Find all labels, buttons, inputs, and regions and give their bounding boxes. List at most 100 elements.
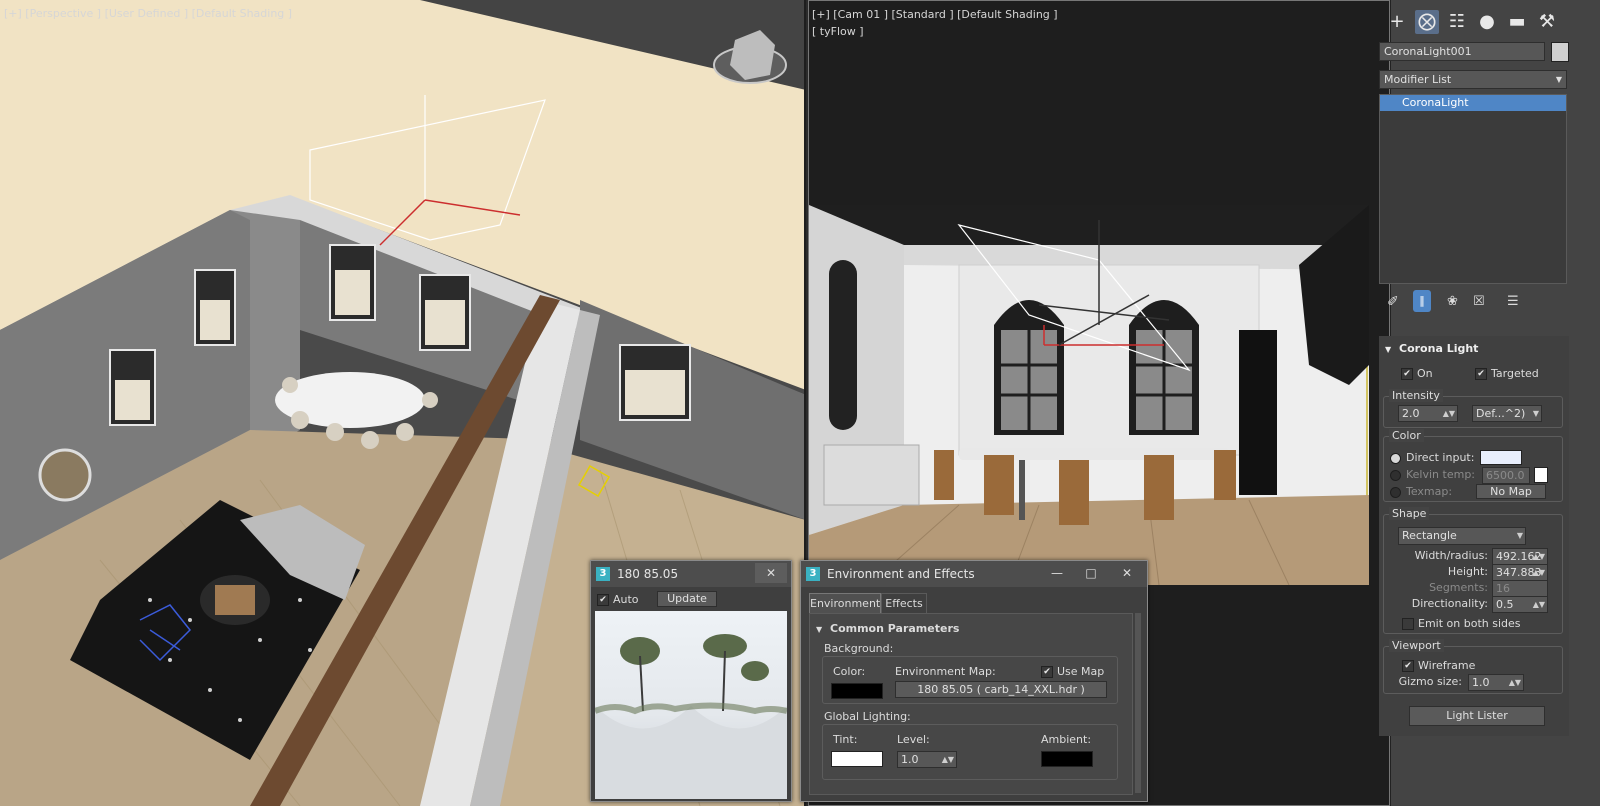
global-lighting-group: Tint: Level: 1.0 ▲▼ Ambient: xyxy=(822,724,1118,780)
background-group: Color: Environment Map: ✔ Use Map 180 85.… xyxy=(822,656,1118,704)
intensity-unit-dropdown[interactable]: Def...^2) ▼ xyxy=(1472,405,1542,422)
rollout-collapse-icon: ▼ xyxy=(1385,345,1392,354)
show-end-result-icon[interactable]: ‖ xyxy=(1413,290,1431,312)
radio-icon xyxy=(1390,469,1401,481)
chevron-down-icon: ▼ xyxy=(1532,409,1539,418)
object-name-field[interactable]: CoronaLight001 xyxy=(1379,42,1545,61)
use-map-label: Use Map xyxy=(1057,665,1105,678)
modifier-stack: CoronaLight xyxy=(1379,94,1567,284)
targeted-checkbox[interactable]: ✔ Targeted xyxy=(1475,367,1539,380)
directionality-spinner[interactable]: 0.5 ▲▼ xyxy=(1492,596,1548,613)
close-icon[interactable]: ✕ xyxy=(1111,563,1143,583)
segments-spinner[interactable]: 16 xyxy=(1492,580,1548,597)
kelvin-temp-spinner[interactable]: 6500.0 xyxy=(1482,467,1530,484)
close-icon[interactable]: ✕ xyxy=(755,563,787,583)
utilities-icon[interactable]: ⚒ xyxy=(1535,10,1559,34)
auto-checkbox[interactable]: ✔ Auto xyxy=(597,593,639,606)
modify-icon[interactable]: ⨂ xyxy=(1415,10,1439,34)
tint-swatch[interactable] xyxy=(831,751,883,767)
direct-input-swatch[interactable] xyxy=(1480,450,1522,465)
environment-panel: ▼ Common Parameters Background: Color: E… xyxy=(809,613,1133,795)
app-icon: 3 xyxy=(596,567,610,581)
env-scrollbar[interactable] xyxy=(1135,613,1141,793)
emit-both-sides-checkbox[interactable]: Emit on both sides xyxy=(1402,617,1521,630)
object-color-swatch[interactable] xyxy=(1551,42,1569,62)
spinner-arrows-icon: ▲▼ xyxy=(1442,409,1455,418)
command-panel: + ⨂ ☷ ● ▬ ⚒ CoronaLight001 Modifier List… xyxy=(1379,0,1600,806)
wireframe-checkbox[interactable]: ✔ Wireframe xyxy=(1402,659,1475,672)
preview-title: 180 85.05 xyxy=(617,567,679,581)
motion-icon[interactable]: ● xyxy=(1475,10,1499,34)
shape-type: Rectangle xyxy=(1402,529,1457,542)
on-checkbox[interactable]: ✔ On xyxy=(1401,367,1433,380)
maximize-icon[interactable]: □ xyxy=(1075,563,1107,583)
env-map-label: Environment Map: xyxy=(895,665,996,678)
use-map-checkbox[interactable]: ✔ Use Map xyxy=(1041,665,1104,678)
wireframe-label: Wireframe xyxy=(1418,659,1476,672)
segments-value: 16 xyxy=(1496,582,1510,595)
ambient-swatch[interactable] xyxy=(1041,751,1093,767)
perspective-viewport-label[interactable]: [+] [Perspective ] [User Defined ] [Defa… xyxy=(4,7,292,20)
make-unique-icon[interactable]: ❀ xyxy=(1447,294,1458,309)
texmap-label: Texmap: xyxy=(1406,485,1453,498)
camera-viewport-label[interactable]: [+] [Cam 01 ] [Standard ] [Default Shadi… xyxy=(812,8,1058,21)
configure-modifier-sets-icon[interactable]: ☰ xyxy=(1507,294,1519,309)
auto-label: Auto xyxy=(613,593,639,606)
check-icon: ✔ xyxy=(1041,666,1053,678)
create-icon[interactable]: + xyxy=(1385,10,1409,34)
check-icon: ✔ xyxy=(597,594,609,606)
direct-input-radio[interactable]: Direct input: xyxy=(1390,451,1474,464)
check-icon: ✔ xyxy=(1401,368,1413,380)
gizmo-size-label: Gizmo size: xyxy=(1398,675,1462,688)
modifier-list-label: Modifier List xyxy=(1384,73,1452,86)
gizmo-size-spinner[interactable]: 1.0 ▲▼ xyxy=(1468,674,1524,691)
tyflow-label[interactable]: [ tyFlow ] xyxy=(812,25,864,38)
intensity-value: 2.0 xyxy=(1402,407,1420,420)
pin-stack-icon[interactable]: ✐ xyxy=(1387,294,1399,310)
kelvin-value: 6500.0 xyxy=(1486,469,1525,482)
texmap-button[interactable]: No Map xyxy=(1476,484,1546,499)
gizmo-size-value: 1.0 xyxy=(1472,676,1490,689)
preview-title-bar[interactable]: 3 180 85.05 ✕ xyxy=(591,561,791,587)
kelvin-swatch[interactable] xyxy=(1534,467,1548,483)
hierarchy-icon[interactable]: ☷ xyxy=(1445,10,1469,34)
environment-map-button[interactable]: 180 85.05 ( carb_14_XXL.hdr ) xyxy=(895,681,1107,698)
camera-scene xyxy=(809,205,1369,585)
intensity-spinner[interactable]: 2.0 ▲▼ xyxy=(1398,405,1458,422)
bg-color-swatch[interactable] xyxy=(831,683,883,699)
ambient-label: Ambient: xyxy=(1041,733,1092,746)
shape-group: Shape Rectangle ▼ Width/radius: 492.162 ▲▼… xyxy=(1383,507,1563,634)
texmap-radio[interactable]: Texmap: xyxy=(1390,485,1452,498)
display-icon[interactable]: ▬ xyxy=(1505,10,1529,34)
width-radius-spinner[interactable]: 492.162 ▲▼ xyxy=(1492,548,1548,565)
color-title: Color xyxy=(1389,429,1424,442)
kelvin-temp-radio[interactable]: Kelvin temp: xyxy=(1390,468,1475,481)
height-spinner[interactable]: 347.883 ▲▼ xyxy=(1492,564,1548,581)
env-title-bar[interactable]: 3 Environment and Effects — □ ✕ xyxy=(801,561,1147,587)
radio-selected-icon xyxy=(1390,452,1401,464)
light-lister-button[interactable]: Light Lister xyxy=(1409,706,1545,726)
common-parameters-title: Common Parameters xyxy=(830,622,960,635)
targeted-label: Targeted xyxy=(1491,367,1539,380)
rollout-title: Corona Light xyxy=(1399,342,1479,355)
minimize-icon[interactable]: — xyxy=(1041,563,1073,583)
shape-type-dropdown[interactable]: Rectangle ▼ xyxy=(1398,527,1526,545)
modifier-list-dropdown[interactable]: Modifier List ▼ xyxy=(1379,70,1567,89)
level-spinner[interactable]: 1.0 ▲▼ xyxy=(897,751,957,768)
remove-modifier-icon[interactable]: ☒ xyxy=(1473,294,1485,309)
hdr-preview-image xyxy=(595,611,787,799)
intensity-group: Intensity 2.0 ▲▼ Def...^2) ▼ xyxy=(1383,389,1563,428)
intensity-title: Intensity xyxy=(1389,389,1443,402)
tab-effects[interactable]: Effects xyxy=(881,593,927,615)
directionality-label: Directionality: xyxy=(1411,597,1488,610)
environment-effects-dialog: 3 Environment and Effects — □ ✕ Environm… xyxy=(800,560,1148,802)
rollout-header[interactable]: ▼ Corona Light xyxy=(1385,342,1478,355)
update-button[interactable]: Update xyxy=(657,591,717,607)
tab-environment[interactable]: Environment xyxy=(809,593,881,614)
corona-light-rollout: ▼ Corona Light ✔ On ✔ Targeted Intensity 2… xyxy=(1379,336,1569,736)
rollout-collapse-icon: ▼ xyxy=(816,625,823,634)
spinner-arrows-icon: ▲▼ xyxy=(1532,552,1545,561)
common-parameters-header[interactable]: ▼ Common Parameters xyxy=(816,622,959,635)
stack-item-coronalight[interactable]: CoronaLight xyxy=(1380,95,1566,111)
on-label: On xyxy=(1417,367,1433,380)
